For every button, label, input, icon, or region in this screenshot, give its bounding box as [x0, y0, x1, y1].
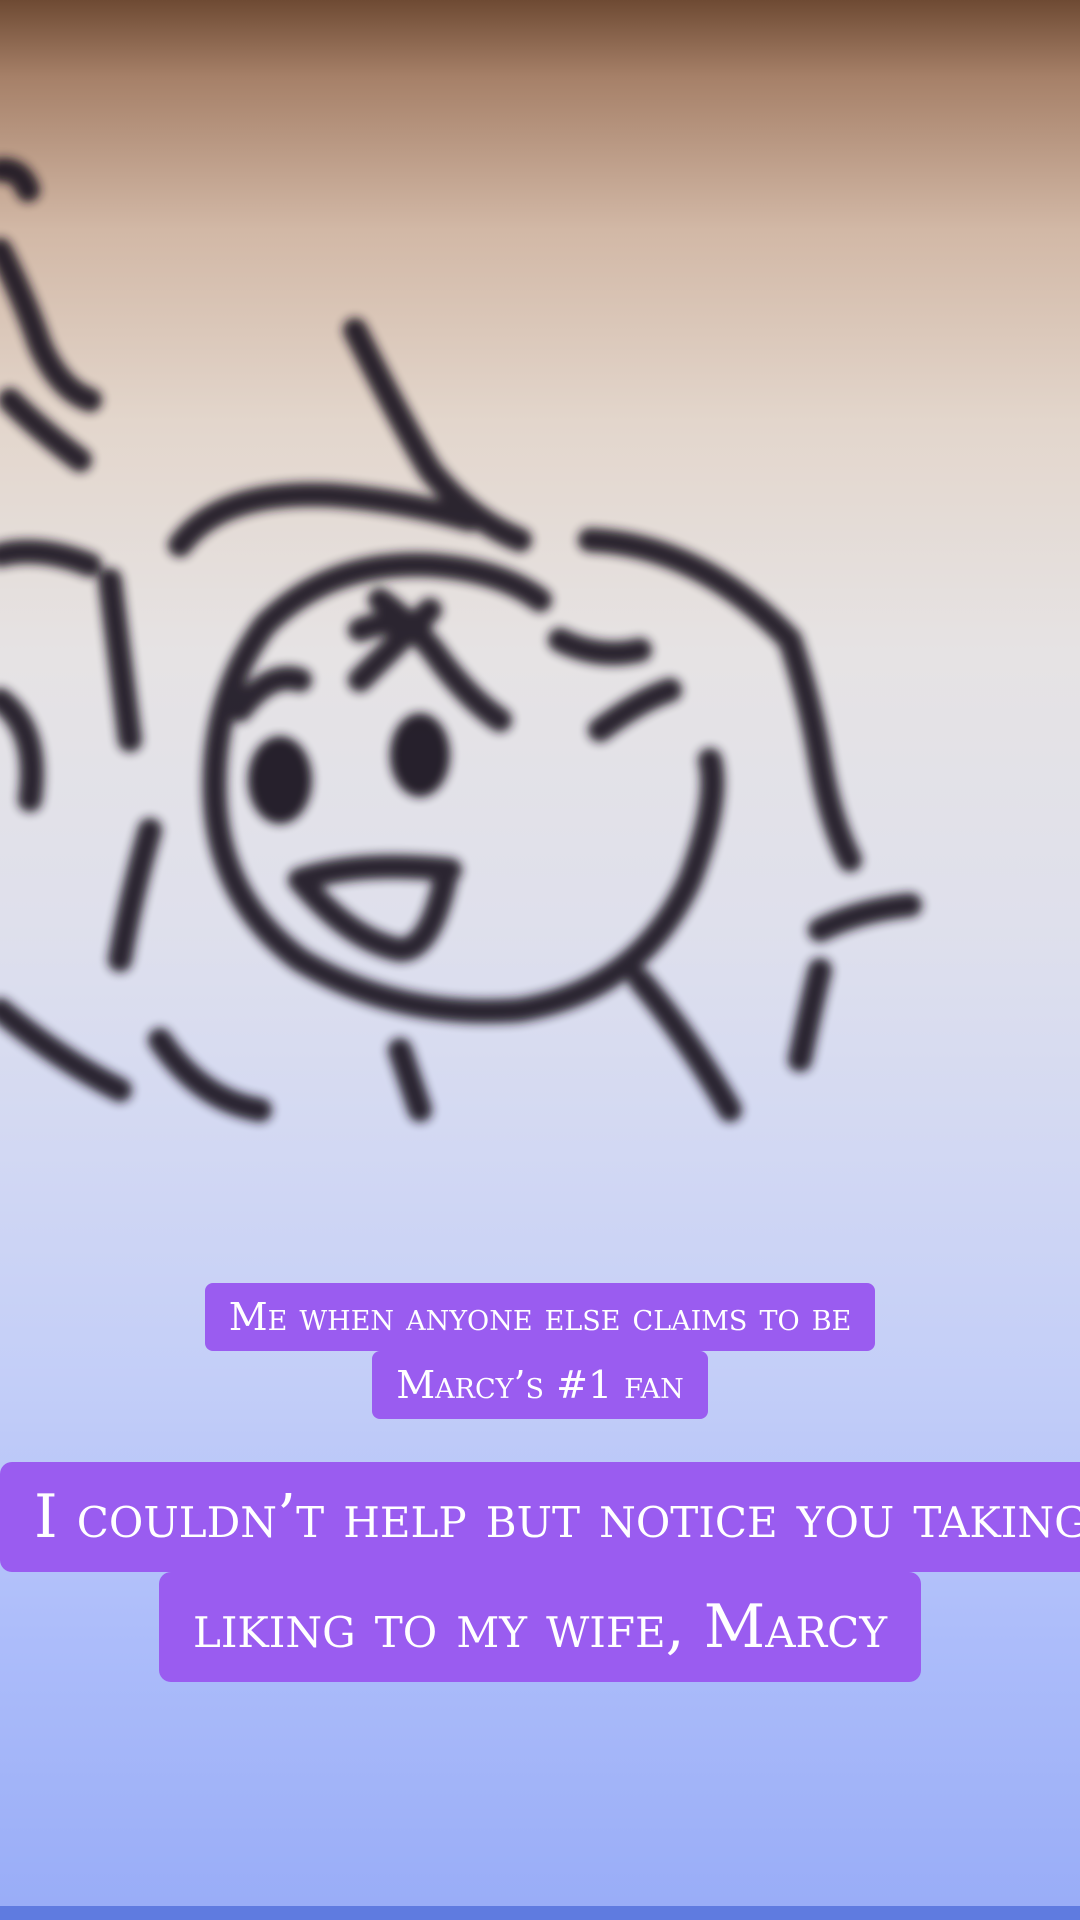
caption-small-line-2: Marcy’s #1 fan [372, 1351, 708, 1419]
caption-small: Me when anyone else claims to be Marcy’s… [0, 1283, 1080, 1419]
photo-screen: Me when anyone else claims to be Marcy’s… [0, 0, 1080, 1920]
caption-large: I couldn’t help but notice you taking a … [0, 1462, 1080, 1682]
caption-large-line-1: I couldn’t help but notice you taking a [0, 1462, 1080, 1572]
monitor-bottom-edge [0, 1906, 1080, 1920]
caption-large-line-2: liking to my wife, Marcy [158, 1572, 922, 1682]
caption-small-line-1: Me when anyone else claims to be [204, 1283, 876, 1351]
